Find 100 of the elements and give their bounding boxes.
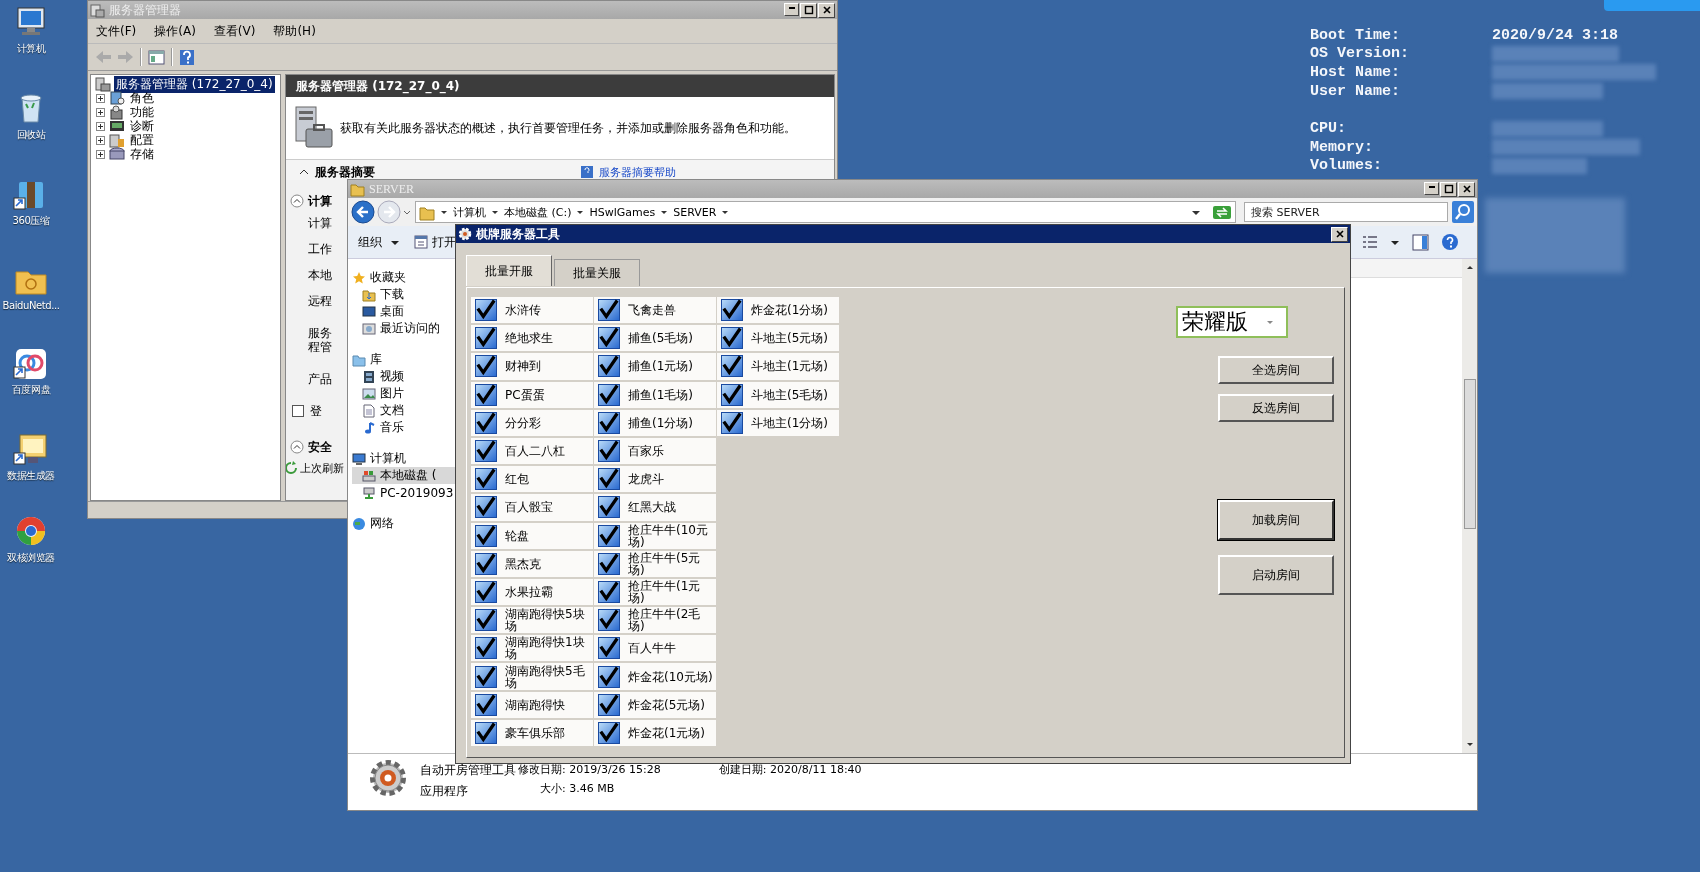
checkbox[interactable] [475,383,497,406]
checkbox[interactable] [475,440,497,463]
scrollbar[interactable] [1462,259,1477,753]
room-checkbox[interactable]: 斗地主(1分场) [717,409,839,436]
checkbox[interactable] [598,609,620,632]
desktop-icon-label[interactable]: 百度网盘 [11,383,51,397]
refresh-icon[interactable] [1212,203,1232,221]
button[interactable]: 反选房间 [1218,394,1334,422]
desktop-icon-label[interactable]: 回收站 [16,128,46,142]
room-checkbox[interactable]: 百家乐 [594,437,716,465]
room-checkbox[interactable]: 百人骰宝 [471,494,593,521]
breadcrumb-item[interactable]: 本地磁盘 (C:) [504,204,572,220]
breadcrumb-item[interactable]: 计算机 [453,204,486,220]
breadcrumb-item[interactable]: SERVER [673,205,717,219]
desktop-icon-label[interactable]: 360压缩 [12,214,50,228]
checkbox[interactable] [598,524,620,547]
room-checkbox[interactable]: 湖南跑得快 [471,691,593,718]
tree-item[interactable]: 服务器管理器 (172_27_0_4) [114,75,275,93]
search-icon[interactable] [1452,201,1474,223]
desktop-icon-label[interactable]: 数据生成器 [7,469,55,483]
scroll-thumb[interactable] [1463,379,1476,529]
room-checkbox[interactable]: 红黑大战 [594,494,716,521]
back-button-icon[interactable] [351,200,375,224]
room-checkbox[interactable]: 财神到 [471,353,593,380]
room-checkbox[interactable]: 炸金花(1元场) [594,719,716,746]
menu-item[interactable]: 操作(A) [154,22,196,40]
checkbox[interactable] [598,665,620,688]
collapse-icon[interactable] [290,194,304,208]
room-checkbox[interactable]: 捕鱼(1毛场) [594,381,716,408]
checkbox[interactable] [598,721,620,744]
room-checkbox[interactable]: 斗地主(5元场) [717,325,839,352]
toolbar-button[interactable]: 打开 [414,233,456,251]
checkbox[interactable] [475,693,497,716]
checkbox[interactable] [598,693,620,716]
room-checkbox[interactable]: 捕鱼(5毛场) [594,325,716,352]
tab[interactable]: 批量开服 [466,255,552,286]
checkbox[interactable] [475,552,497,575]
expand-icon[interactable] [96,149,105,159]
checkbox[interactable] [475,299,497,322]
checkbox[interactable] [475,411,497,434]
room-checkbox[interactable]: 豪车俱乐部 [471,719,593,746]
checkbox[interactable] [475,355,497,378]
room-checkbox[interactable]: 龙虎斗 [594,466,716,493]
nav-item[interactable]: 网络 [352,515,460,532]
room-checkbox[interactable]: 湖南跑得快5毛场 [471,663,593,690]
dropdown-caret-icon[interactable] [403,209,411,215]
search-field[interactable]: 搜索 SERVER [1244,202,1448,222]
room-checkbox[interactable]: 抢庄牛牛(10元场) [594,522,716,549]
collapse-icon[interactable] [290,440,304,454]
checkbox[interactable] [598,552,620,575]
list-view-icon[interactable] [1362,234,1378,250]
expand-icon[interactable] [96,135,105,145]
help-icon[interactable] [178,48,196,66]
menu-item[interactable]: 文件(F) [96,22,137,40]
checkbox[interactable] [598,468,620,491]
collapse-button[interactable] [298,167,310,177]
room-checkbox[interactable]: 炸金花(10元场) [594,663,716,690]
address-bar[interactable]: 计算机 本地磁盘 (C:) HSwlGames SERVER [415,201,1236,223]
breadcrumb-item[interactable]: HSwlGames [589,205,656,219]
room-checkbox[interactable]: 湖南跑得快1块场 [471,635,593,662]
room-checkbox[interactable]: 飞禽走兽 [594,297,716,324]
room-checkbox[interactable]: 捕鱼(1元场) [594,353,716,380]
window-pane-icon[interactable] [147,47,166,67]
checkbox[interactable] [475,721,497,744]
checkbox[interactable] [475,524,497,547]
checkbox[interactable] [475,637,497,660]
checkbox[interactable] [598,327,620,350]
checkbox[interactable] [292,405,304,417]
desktop-icon-label[interactable]: 双核浏览器 [7,551,55,565]
desktop-icon-label[interactable]: BaiduNetd... [2,300,60,311]
room-checkbox[interactable]: 抢庄牛牛(5元场) [594,550,716,577]
room-checkbox[interactable]: 百人牛牛 [594,635,716,662]
room-checkbox[interactable]: 捕鱼(1分场) [594,409,716,436]
checkbox[interactable] [475,609,497,632]
room-checkbox[interactable]: 轮盘 [471,522,593,549]
menu-item[interactable]: 帮助(H) [273,22,316,40]
checkbox[interactable] [721,355,743,378]
checkbox[interactable] [598,637,620,660]
chart-window-icon[interactable] [12,431,50,467]
room-checkbox[interactable]: 水浒传 [471,297,593,324]
checkbox[interactable] [475,468,497,491]
checkbox[interactable] [598,580,620,603]
room-checkbox[interactable]: 百人二八杠 [471,437,593,465]
toolbar-button[interactable]: 组织 [358,233,400,251]
desktop-icon-label[interactable]: 计算机 [16,42,46,56]
checkbox[interactable] [475,580,497,603]
checkbox[interactable] [598,440,620,463]
checkbox[interactable] [721,299,743,322]
button[interactable]: 全选房间 [1218,356,1334,384]
room-checkbox[interactable]: 绝地求生 [471,325,593,352]
tab[interactable]: 批量关服 [554,259,640,286]
room-checkbox[interactable]: 炸金花(5元场) [594,691,716,718]
preview-pane-icon[interactable] [1412,233,1429,251]
caret-icon[interactable] [1390,238,1400,246]
checkbox[interactable] [475,665,497,688]
expand-icon[interactable] [96,93,105,103]
checkbox[interactable] [598,383,620,406]
checkbox[interactable] [721,327,743,350]
checkbox[interactable] [721,383,743,406]
room-checkbox[interactable]: 抢庄牛牛(1元场) [594,578,716,606]
